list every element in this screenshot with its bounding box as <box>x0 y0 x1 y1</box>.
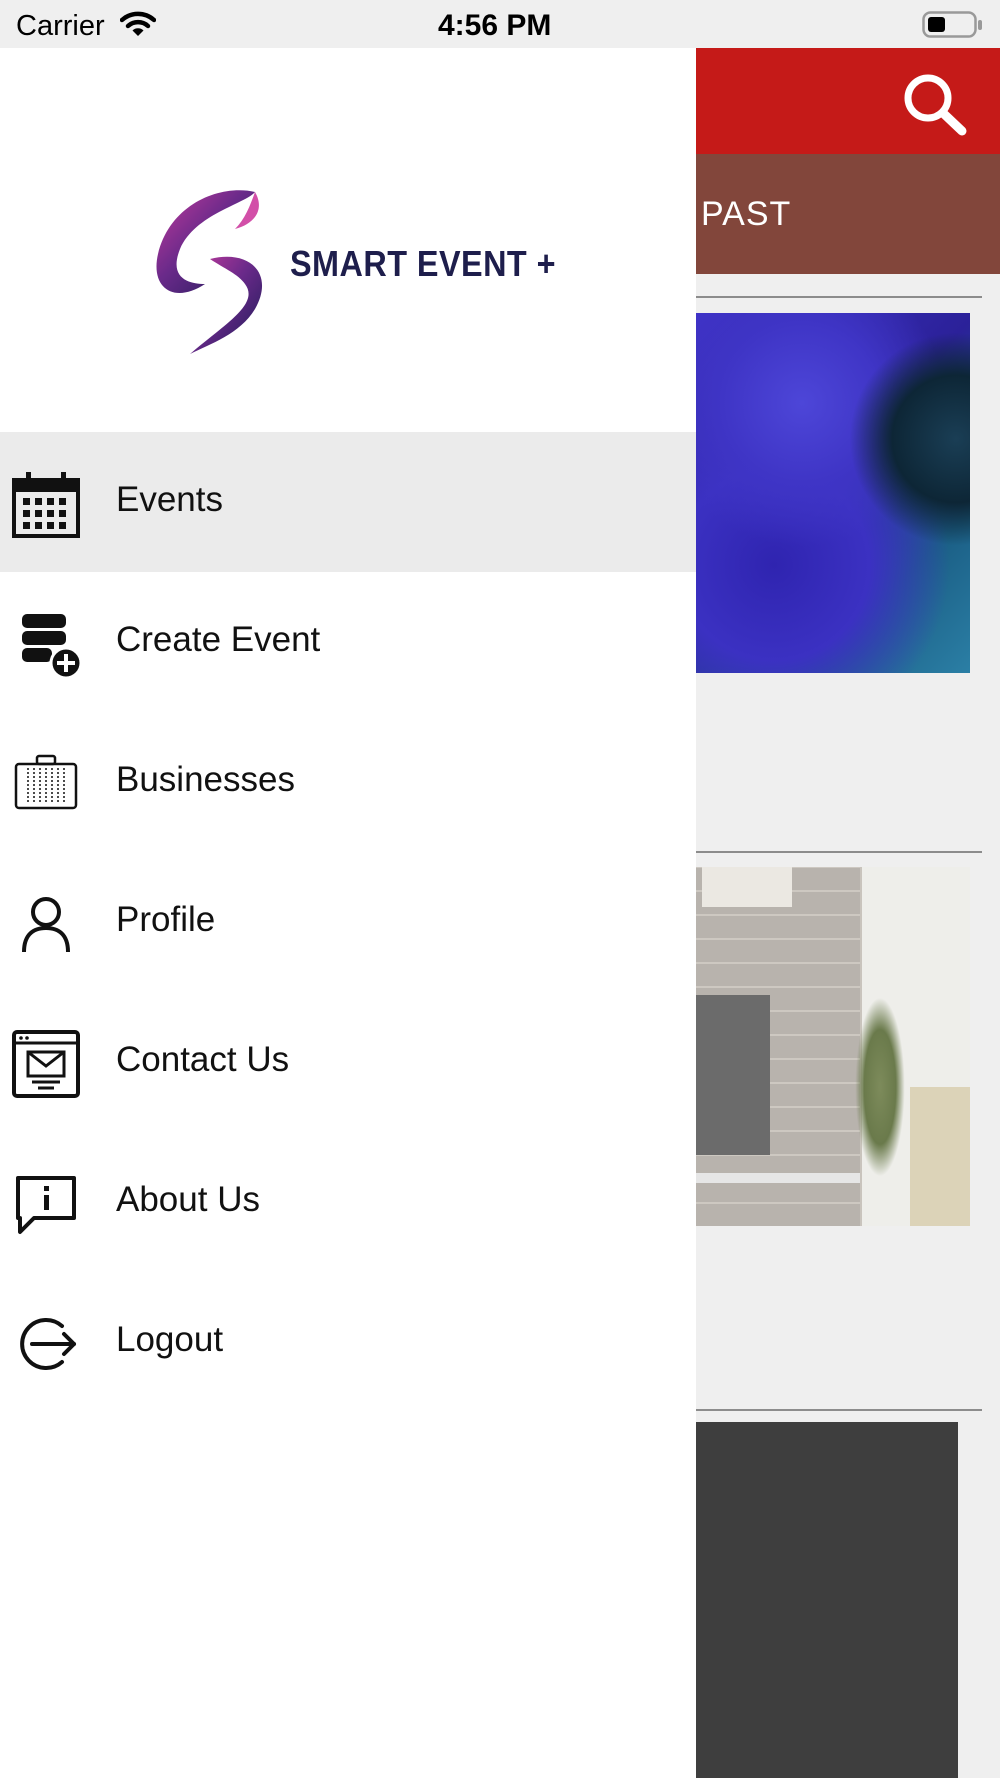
status-bar: Carrier 4:56 PM <box>0 0 1000 48</box>
room-tv <box>690 995 770 1155</box>
menu-item-create-event[interactable]: Create Event <box>0 572 696 712</box>
logout-icon <box>20 1318 76 1370</box>
menu-label: Create Event <box>116 620 321 659</box>
event-card-image[interactable] <box>690 1422 958 1778</box>
divider <box>690 296 982 298</box>
menu-label: Contact Us <box>116 1040 290 1079</box>
search-icon <box>904 74 967 136</box>
logo-mark-icon <box>156 190 263 354</box>
menu-item-contact-us[interactable]: Contact Us <box>0 992 696 1132</box>
menu-item-logout[interactable]: Logout <box>0 1272 696 1412</box>
wifi-icon <box>119 10 157 43</box>
tab-past[interactable]: PAST <box>701 195 791 234</box>
mail-icon <box>12 1030 80 1098</box>
menu-item-businesses[interactable]: Businesses <box>0 712 696 852</box>
menu-label: Logout <box>116 1320 224 1359</box>
event-card-image[interactable] <box>690 867 970 1226</box>
menu-item-events[interactable]: Events <box>0 432 696 572</box>
carrier-label: Carrier <box>16 10 105 42</box>
calendar-icon <box>12 472 80 538</box>
app-logo: SMART EVENT + <box>150 184 556 354</box>
person-icon <box>22 897 70 953</box>
create-event-icon <box>22 614 82 680</box>
briefcase-icon <box>14 754 78 810</box>
divider <box>690 1409 982 1411</box>
menu-label: About Us <box>116 1180 260 1219</box>
room-plant <box>855 997 905 1177</box>
event-card-image[interactable] <box>690 313 970 673</box>
menu-item-profile[interactable]: Profile <box>0 852 696 992</box>
room-shelf-top <box>702 867 792 907</box>
menu-item-about-us[interactable]: About Us <box>0 1132 696 1272</box>
logo-text: SMART EVENT + <box>290 243 556 284</box>
side-drawer: SMART EVENT + Events Create Event Busine… <box>0 48 696 1778</box>
menu-label: Profile <box>116 900 216 939</box>
clock: 4:56 PM <box>438 9 552 42</box>
room-sofa <box>910 1087 970 1226</box>
drawer-menu: Events Create Event Businesses Profile C… <box>0 432 696 1412</box>
menu-label: Businesses <box>116 760 295 799</box>
divider <box>690 851 982 853</box>
search-button[interactable] <box>900 70 970 136</box>
battery-icon <box>922 11 984 44</box>
room-shelf <box>690 1173 860 1183</box>
menu-label: Events <box>116 480 223 519</box>
info-chat-icon <box>16 1176 76 1234</box>
